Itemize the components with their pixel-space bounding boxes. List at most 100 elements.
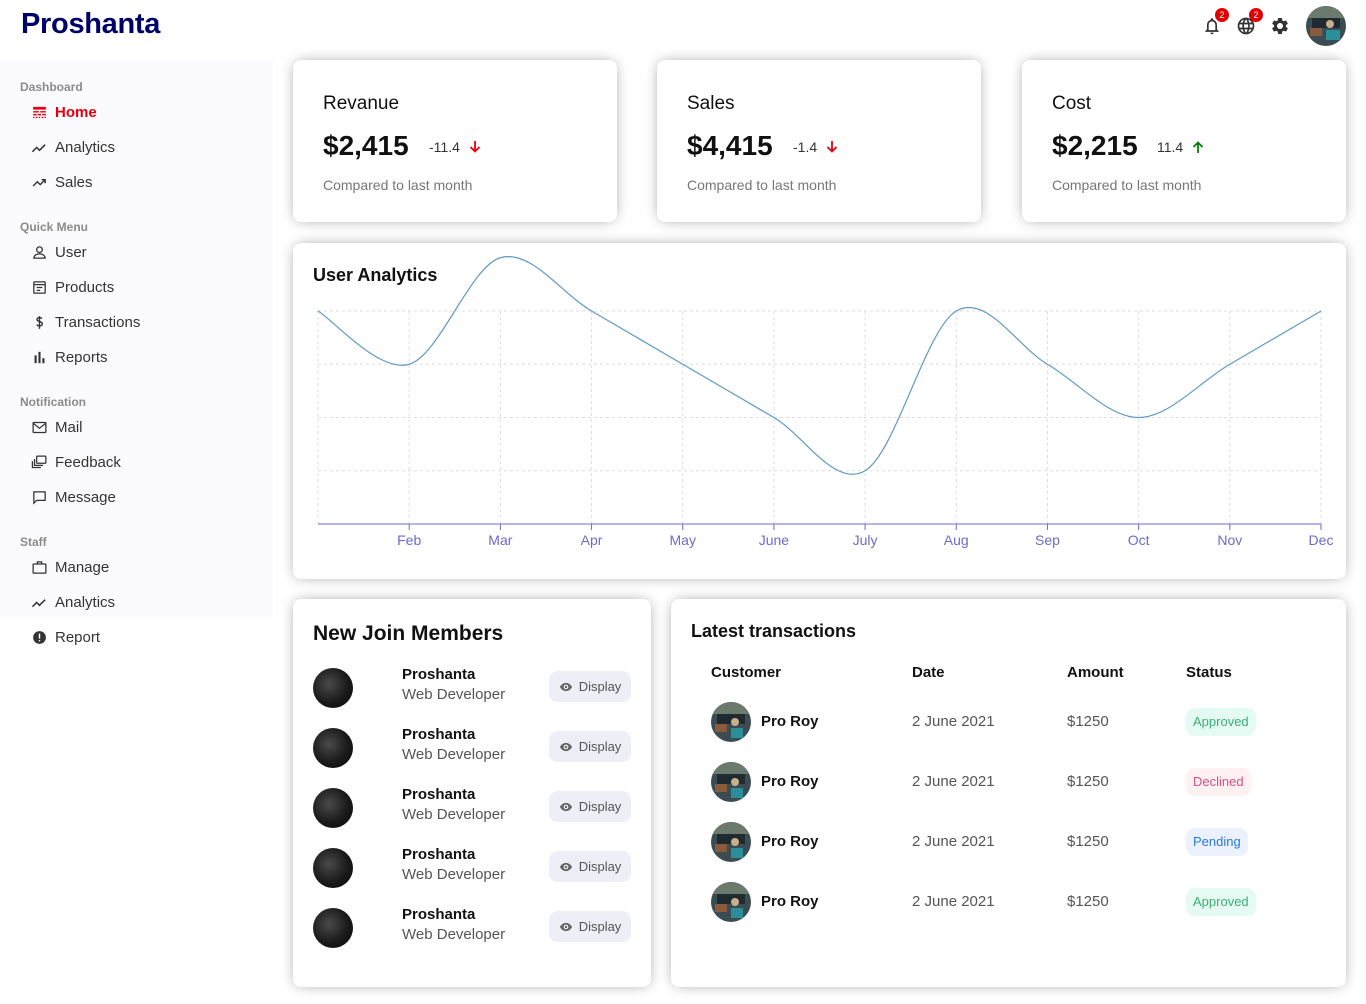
- dynamic-feed-icon: [31, 455, 47, 469]
- sidebar-item-mail[interactable]: Mail: [0, 410, 273, 445]
- display-button[interactable]: Display: [549, 851, 631, 882]
- person-icon: [33, 246, 46, 259]
- avatar: [313, 668, 353, 708]
- sidebar-item-analytics[interactable]: Analytics: [0, 585, 273, 620]
- avatar: [313, 788, 353, 828]
- x-tick-label: Mar: [488, 532, 512, 548]
- x-tick-label: Nov: [1217, 532, 1242, 548]
- mail-icon: [32, 421, 47, 434]
- eye-icon: [559, 862, 572, 871]
- display-button[interactable]: Display: [549, 791, 631, 822]
- x-tick-label: July: [853, 532, 878, 548]
- transaction-date: 2 June 2021: [912, 713, 995, 730]
- topbar-icons: 2 2: [1200, 6, 1346, 46]
- sidebar-item-analytics[interactable]: Analytics: [0, 130, 273, 165]
- kpi-card-sales: Sales $4,415 -1.4 Compared to last month: [657, 60, 981, 222]
- display-button-label: Display: [578, 859, 622, 874]
- customer-name: Pro Roy: [761, 833, 819, 850]
- kpi-subtitle: Compared to last month: [1052, 177, 1202, 193]
- sidebar-item-label: User: [55, 244, 87, 261]
- notifications-button[interactable]: 2: [1200, 8, 1229, 38]
- status-badge[interactable]: Pending: [1186, 828, 1248, 856]
- brand-logo[interactable]: Proshanta: [21, 8, 160, 41]
- members-title: New Join Members: [313, 622, 504, 645]
- latest-transactions-card: Latest transactions Customer Date Amount…: [671, 599, 1346, 987]
- member-role: Web Developer: [402, 806, 506, 823]
- sidebar-item-feedback[interactable]: Feedback: [0, 445, 273, 480]
- sidebar-item-manage[interactable]: Manage: [0, 550, 273, 585]
- member-name: Proshanta: [402, 906, 476, 923]
- kpi-subtitle: Compared to last month: [687, 177, 837, 193]
- kpi-subtitle: Compared to last month: [323, 177, 473, 193]
- avatar: [711, 762, 751, 802]
- sidebar-item-label: Manage: [55, 559, 110, 576]
- work-icon: [32, 561, 47, 574]
- chat-bubble-icon: [33, 491, 46, 505]
- kpi-rate-value: 11.4: [1157, 139, 1184, 155]
- sidebar-item-user[interactable]: User: [0, 235, 273, 270]
- sidebar-item-label: Feedback: [55, 454, 121, 471]
- sidebar-item-transactions[interactable]: Transactions: [0, 305, 273, 340]
- header-date: Date: [912, 664, 945, 681]
- sidebar-item-message[interactable]: Message: [0, 480, 273, 515]
- avatar: [711, 822, 751, 862]
- display-button[interactable]: Display: [549, 731, 631, 762]
- kpi-value: $4,415: [687, 130, 773, 161]
- sidebar-item-home[interactable]: Home: [0, 95, 273, 130]
- eye-icon: [559, 922, 572, 931]
- x-tick-label: Oct: [1128, 532, 1150, 548]
- status-badge[interactable]: Approved: [1186, 708, 1256, 736]
- transaction-amount: $1250: [1067, 833, 1109, 850]
- x-tick-label: May: [670, 532, 696, 548]
- sidebar-section-title: Staff: [20, 535, 47, 549]
- kpi-rate: -11.4: [429, 138, 484, 156]
- sidebar-menu: Dashboard Home Analytics Sales Quick Men…: [0, 80, 273, 655]
- x-tick-label: Feb: [397, 532, 421, 548]
- display-button-label: Display: [578, 919, 622, 934]
- customer-name: Pro Roy: [761, 713, 819, 730]
- list-item: Proshanta Web Developer Display: [313, 846, 633, 890]
- sidebar-item-products[interactable]: Products: [0, 270, 273, 305]
- transaction-date: 2 June 2021: [912, 893, 995, 910]
- display-button[interactable]: Display: [549, 671, 631, 702]
- report-icon: [33, 631, 46, 644]
- language-badge: 2: [1249, 8, 1263, 22]
- sidebar-item-label: Products: [55, 279, 115, 296]
- sidebar-item-label: Message: [55, 489, 116, 506]
- kpi-title: Sales: [687, 93, 735, 114]
- sidebar-item-report[interactable]: Report: [0, 620, 273, 655]
- status-badge[interactable]: Declined: [1186, 768, 1251, 796]
- list-item: Proshanta Web Developer Display: [313, 906, 633, 950]
- transaction-amount: $1250: [1067, 773, 1109, 790]
- sidebar-item-label: Analytics: [55, 139, 116, 156]
- storefront-icon: [33, 281, 46, 294]
- avatar: [313, 908, 353, 948]
- kpi-rate: -1.4: [793, 138, 841, 156]
- avatar: [313, 848, 353, 888]
- kpi-rate-value: -11.4: [429, 139, 460, 155]
- customer-name: Pro Roy: [761, 773, 819, 790]
- table-row: Pro Roy 2 June 2021 $1250 Approved: [711, 700, 1331, 744]
- new-members-card: New Join Members Proshanta Web Developer…: [293, 599, 651, 987]
- language-button[interactable]: 2: [1234, 8, 1263, 38]
- arrow-down-icon: [469, 141, 481, 153]
- status-badge[interactable]: Approved: [1186, 888, 1256, 916]
- kpi-rate: 11.4: [1157, 138, 1207, 156]
- topbar: Proshanta 2 2: [0, 0, 1366, 52]
- sidebar-item-label: Mail: [55, 419, 83, 436]
- display-button[interactable]: Display: [549, 911, 631, 942]
- settings-button[interactable]: [1268, 14, 1292, 38]
- avatar: [313, 728, 353, 768]
- sidebar-item-label: Transactions: [55, 314, 141, 331]
- avatar: [711, 702, 751, 742]
- x-tick-label: Sep: [1035, 532, 1060, 548]
- sidebar-item-reports[interactable]: Reports: [0, 340, 273, 375]
- sidebar-item-sales[interactable]: Sales: [0, 165, 273, 200]
- avatar[interactable]: [1306, 6, 1346, 46]
- sidebar-section-title: Quick Menu: [20, 220, 89, 234]
- display-button-label: Display: [578, 799, 622, 814]
- display-button-label: Display: [578, 739, 622, 754]
- list-item: Proshanta Web Developer Display: [313, 666, 633, 710]
- timeline-icon: [31, 144, 46, 153]
- x-tick-label: June: [759, 532, 790, 548]
